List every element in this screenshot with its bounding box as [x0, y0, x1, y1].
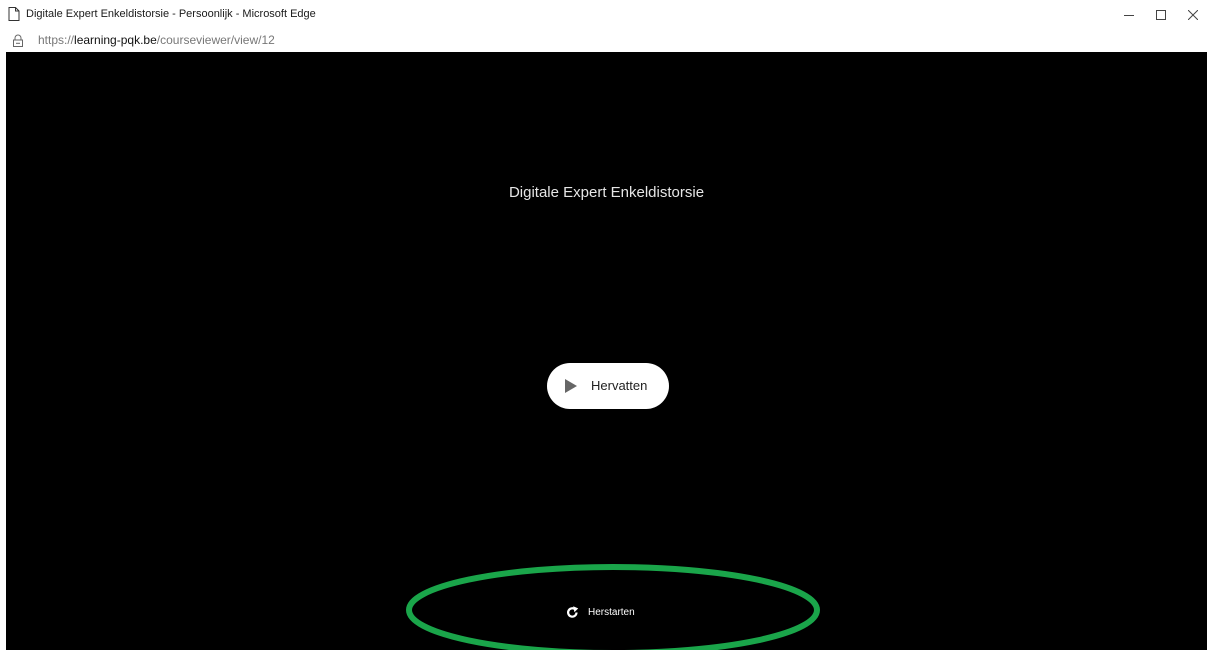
url-protocol: https://	[38, 33, 75, 47]
url-domain: learning-pqk.be	[74, 33, 157, 47]
restart-button[interactable]: Herstarten	[566, 603, 635, 621]
page-icon	[8, 7, 20, 21]
url-path: /courseviewer/view/12	[156, 33, 275, 47]
course-player: Digitale Expert Enkeldistorsie Hervatten…	[6, 52, 1207, 650]
window-title: Digitale Expert Enkeldistorsie - Persoon…	[26, 8, 316, 20]
address-bar[interactable]: https://learning-pqk.be/courseviewer/vie…	[0, 30, 1213, 52]
lock-icon[interactable]	[12, 34, 24, 47]
restart-label: Herstarten	[588, 606, 635, 618]
resume-button[interactable]: Hervatten	[547, 363, 669, 409]
close-icon	[1188, 10, 1198, 20]
browser-window: Digitale Expert Enkeldistorsie - Persoon…	[0, 0, 1213, 650]
course-title: Digitale Expert Enkeldistorsie	[508, 184, 705, 201]
maximize-icon	[1156, 10, 1166, 20]
url-text[interactable]: https://learning-pqk.be/courseviewer/vie…	[38, 33, 275, 47]
restart-icon	[567, 605, 579, 618]
play-icon	[565, 379, 577, 393]
title-bar: Digitale Expert Enkeldistorsie - Persoon…	[0, 0, 1213, 30]
resume-label: Hervatten	[591, 378, 648, 393]
close-button[interactable]	[1170, 0, 1213, 30]
minimize-icon	[1124, 15, 1134, 16]
